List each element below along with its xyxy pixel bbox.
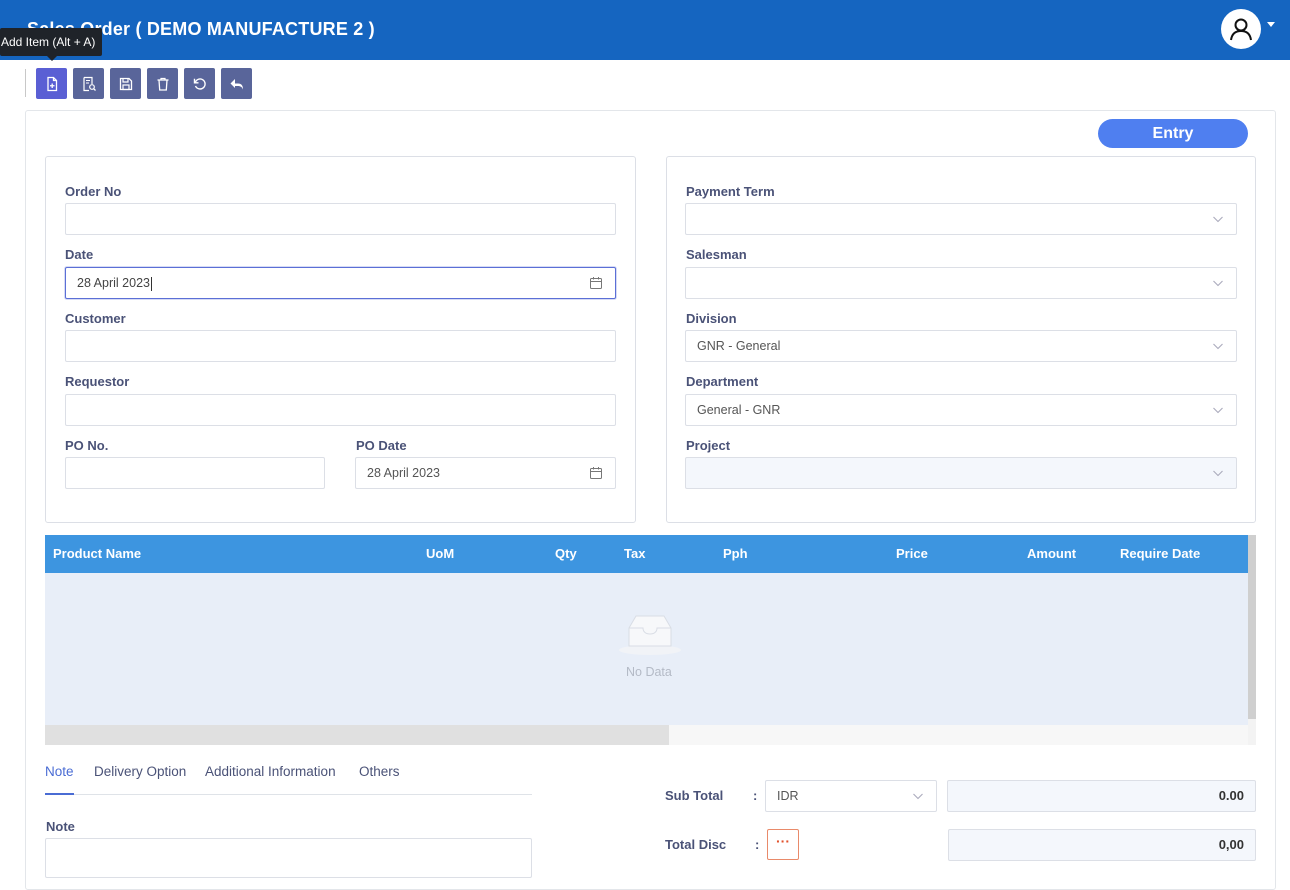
tab-delivery-option[interactable]: Delivery Option: [94, 764, 186, 779]
table-horizontal-scrollbar[interactable]: [45, 725, 669, 745]
delete-button[interactable]: [147, 68, 178, 99]
back-button[interactable]: [221, 68, 252, 99]
status-badge: Entry: [1098, 119, 1248, 148]
calendar-icon[interactable]: [589, 466, 603, 480]
date-label: Date: [65, 247, 94, 262]
file-plus-icon: [46, 76, 57, 91]
search-document-button[interactable]: [73, 68, 104, 99]
division-select[interactable]: GNR - General: [685, 330, 1237, 362]
po-no-field[interactable]: [65, 457, 325, 489]
file-search-icon: [82, 76, 96, 91]
currency-select[interactable]: IDR: [765, 780, 937, 812]
division-value: GNR - General: [697, 339, 781, 353]
chevron-down-icon: [1213, 470, 1223, 477]
po-date-field[interactable]: 28 April 2023: [355, 457, 616, 489]
note-textarea[interactable]: [45, 838, 532, 878]
chevron-down-icon: [1213, 343, 1223, 350]
department-label: Department: [686, 374, 759, 389]
table-vertical-scroll-track: [1248, 719, 1256, 745]
requestor-label: Requestor: [65, 374, 130, 389]
column-header-tax[interactable]: Tax: [624, 546, 645, 561]
add-item-button[interactable]: [36, 68, 67, 99]
payment-term-label: Payment Term: [686, 184, 775, 199]
column-header-qty[interactable]: Qty: [555, 546, 577, 561]
tab-others[interactable]: Others: [359, 764, 400, 779]
order-no-field[interactable]: [65, 203, 616, 235]
save-button[interactable]: [110, 68, 141, 99]
po-no-label: PO No.: [65, 438, 109, 453]
currency-value: IDR: [777, 789, 799, 803]
toolbar-divider: [25, 69, 26, 97]
calendar-icon[interactable]: [589, 276, 603, 290]
refresh-icon: [193, 77, 206, 90]
top-bar: Sales Order ( DEMO MANUFACTURE 2 ): [0, 0, 1290, 60]
customer-field[interactable]: [65, 330, 616, 362]
column-header-require-date[interactable]: Require Date: [1120, 546, 1200, 561]
table-vertical-scrollbar[interactable]: [1248, 535, 1256, 725]
column-header-price[interactable]: Price: [896, 546, 928, 561]
salesman-label: Salesman: [686, 247, 747, 262]
chevron-down-icon: [1213, 407, 1223, 414]
department-select[interactable]: General - GNR: [685, 394, 1237, 426]
total-disc-colon: :: [755, 837, 760, 852]
department-value: General - GNR: [697, 403, 781, 417]
chevron-down-icon: [1213, 280, 1223, 287]
subtotal-label: Sub Total: [665, 788, 724, 803]
discount-detail-button[interactable]: ···: [767, 829, 799, 860]
items-table-header: Product Name UoM Qty Tax Pph Price Amoun…: [45, 535, 1248, 573]
order-no-label: Order No: [65, 184, 122, 199]
text-cursor: [150, 276, 152, 291]
column-header-amount[interactable]: Amount: [1027, 546, 1076, 561]
user-avatar[interactable]: [1221, 9, 1261, 49]
note-label: Note: [46, 819, 75, 834]
column-header-pph[interactable]: Pph: [723, 546, 748, 561]
chevron-down-icon: [913, 793, 923, 800]
po-date-value: 28 April 2023: [367, 466, 440, 480]
empty-inbox-icon: [619, 615, 681, 655]
save-icon: [119, 77, 132, 90]
requestor-field[interactable]: [65, 394, 616, 426]
column-header-uom[interactable]: UoM: [426, 546, 454, 561]
total-disc-label: Total Disc: [665, 837, 727, 852]
subtotal-colon: :: [753, 788, 758, 803]
user-menu-caret-icon[interactable]: [1267, 22, 1275, 27]
trash-icon: [157, 77, 168, 91]
subtotal-value: 0.00: [947, 780, 1256, 812]
detail-tabs: Note Delivery Option Additional Informat…: [45, 764, 532, 795]
refresh-button[interactable]: [184, 68, 215, 99]
table-horizontal-scroll-track: [669, 725, 1248, 745]
project-label: Project: [686, 438, 731, 453]
po-date-label: PO Date: [356, 438, 407, 453]
total-disc-value: 0,00: [948, 829, 1256, 861]
tooltip-arrow: [47, 56, 57, 61]
add-item-tooltip: Add Item (Alt + A): [0, 28, 103, 56]
project-select[interactable]: [685, 457, 1237, 489]
active-tab-indicator: [45, 793, 74, 795]
salesman-select[interactable]: [685, 267, 1237, 299]
reply-icon: [230, 78, 243, 89]
payment-term-select[interactable]: [685, 203, 1237, 235]
user-icon: [1230, 18, 1252, 41]
division-label: Division: [686, 311, 737, 326]
date-value: 28 April 2023: [77, 276, 150, 290]
column-header-product-name[interactable]: Product Name: [53, 546, 141, 561]
tab-additional-information[interactable]: Additional Information: [205, 764, 336, 779]
tab-note[interactable]: Note: [45, 764, 74, 779]
customer-label: Customer: [65, 311, 126, 326]
date-field[interactable]: 28 April 2023: [65, 267, 616, 299]
empty-table-text: No Data: [626, 665, 672, 679]
chevron-down-icon: [1213, 216, 1223, 223]
